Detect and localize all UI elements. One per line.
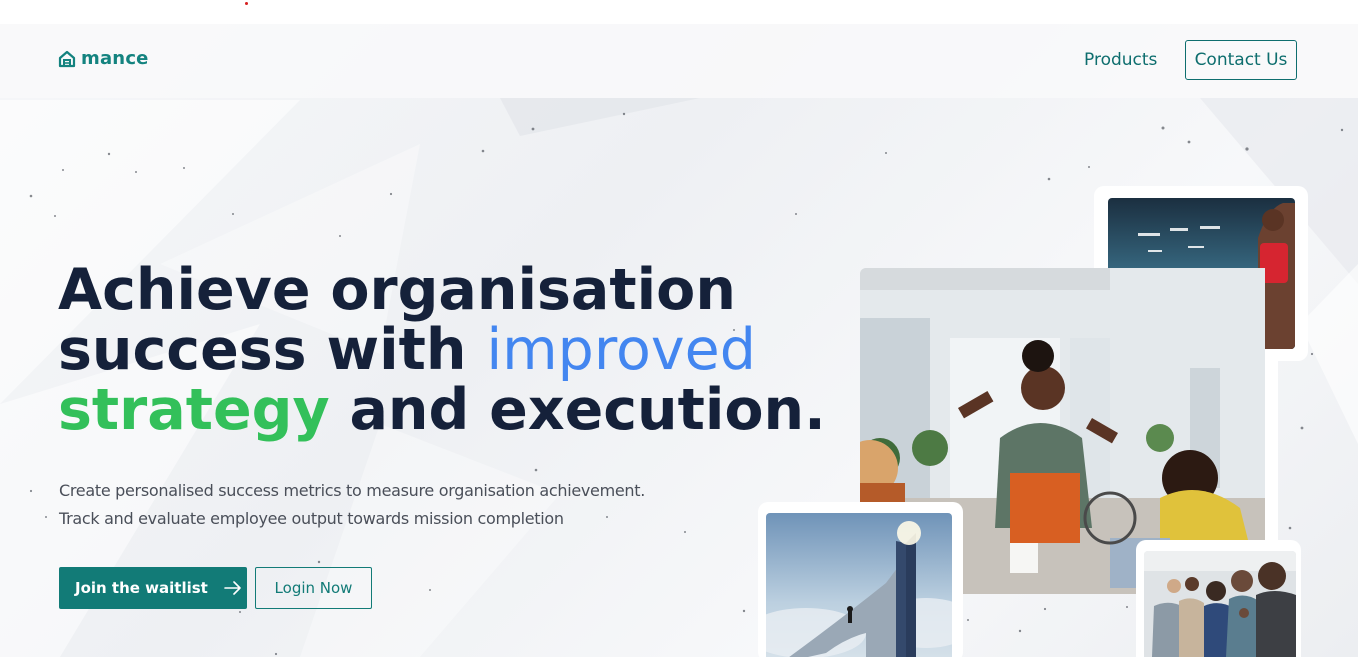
brand-name: mance bbox=[81, 48, 149, 69]
red-dot bbox=[245, 2, 248, 5]
headline-line-2-prefix: success with bbox=[58, 317, 487, 383]
headline-improved: improved bbox=[486, 317, 756, 383]
climber-stairs-photo bbox=[766, 513, 952, 657]
contact-us-button[interactable]: Contact Us bbox=[1185, 40, 1297, 80]
subtext-line-1: Create personalised success metrics to m… bbox=[59, 481, 646, 500]
join-waitlist-label: Join the waitlist bbox=[75, 579, 208, 597]
hero-subtext: Create personalised success metrics to m… bbox=[59, 477, 645, 533]
hero-headline: Achieve organisation success with improv… bbox=[58, 260, 826, 440]
hero-section: mance Products Contact Us Achieve organi… bbox=[0, 24, 1358, 657]
nav-products-link[interactable]: Products bbox=[1084, 50, 1157, 70]
house-icon bbox=[58, 50, 76, 67]
subtext-line-2: Track and evaluate employee output towar… bbox=[59, 509, 564, 528]
audience-clapping-photo bbox=[1144, 551, 1296, 657]
logo-link[interactable]: mance bbox=[58, 48, 149, 69]
login-now-button[interactable]: Login Now bbox=[255, 567, 372, 609]
headline-strategy: strategy bbox=[58, 377, 330, 443]
headline-line-3-suffix: and execution. bbox=[329, 377, 826, 443]
top-strip bbox=[0, 0, 1358, 24]
headline-line-1: Achieve organisation bbox=[58, 257, 736, 323]
join-waitlist-button[interactable]: Join the waitlist bbox=[59, 567, 247, 609]
arrow-right-icon bbox=[224, 581, 241, 595]
navbar: mance Products Contact Us bbox=[0, 24, 1358, 98]
